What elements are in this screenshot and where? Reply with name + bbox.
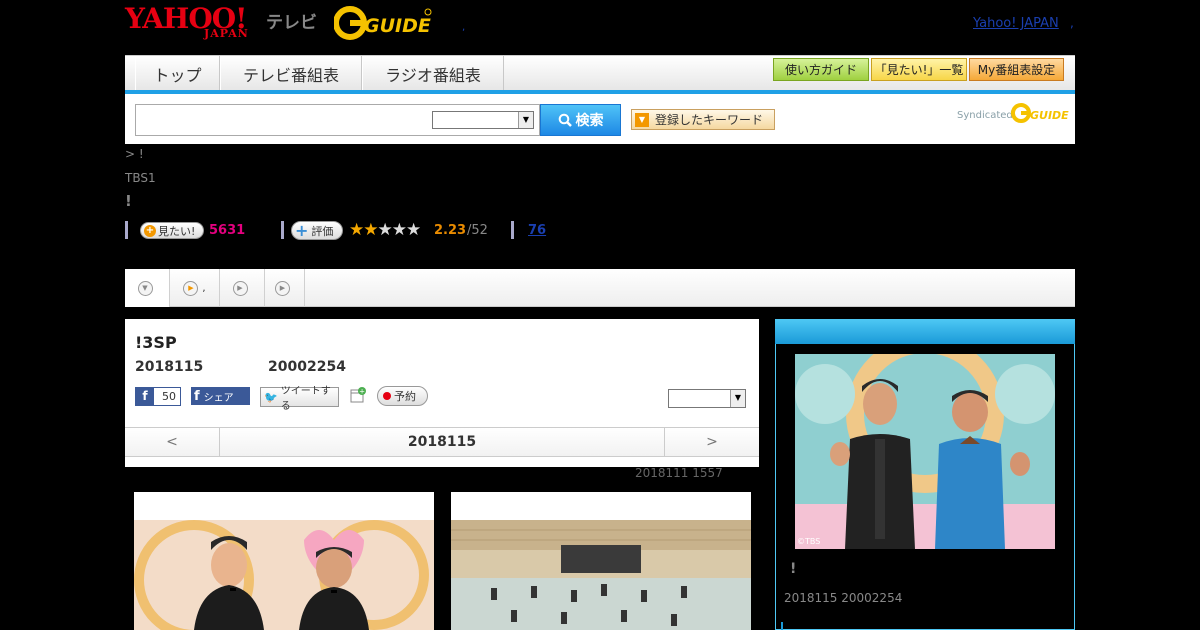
chevron-down-icon: ▼: [518, 112, 533, 128]
search-category-select[interactable]: ▼: [432, 111, 534, 129]
rating-value: 2.23: [434, 223, 467, 238]
sidebar-title: !: [790, 561, 797, 577]
recorder-select[interactable]: ▼: [668, 389, 746, 408]
facebook-icon: f: [136, 388, 154, 405]
search-icon: [558, 113, 572, 127]
photo-card-2[interactable]: [451, 492, 751, 630]
divider: [281, 221, 284, 239]
header-separator: ,: [462, 22, 466, 33]
program-detail-panel: !3SP 2018115 20002254 f 50 f シェア 🐦 ツイートす…: [125, 319, 759, 467]
main-nav: トップ テレビ番組表 ラジオ番組表 使い方ガイド 「見たい!」一覧 My番組表設…: [125, 55, 1075, 91]
facebook-share-label: シェア: [203, 392, 234, 404]
header-link-separator: ,: [1070, 16, 1074, 30]
prev-date-button[interactable]: <: [125, 428, 220, 456]
search-button[interactable]: 検索: [540, 104, 621, 136]
detail-title: !3SP: [135, 333, 177, 352]
gguide-logo[interactable]: GUIDE: [334, 6, 434, 40]
plus-icon: +: [295, 220, 309, 240]
search-button-label: 検索: [575, 113, 604, 129]
star-icon: ★: [363, 220, 378, 240]
reserve-label: 予約: [394, 390, 416, 403]
guide-button[interactable]: 使い方ガイド: [773, 58, 869, 81]
date-pager: < 2018115 >: [125, 427, 759, 457]
rating-count: /52: [467, 223, 488, 238]
detail-date: 2018115: [135, 359, 204, 375]
sidebar-hosts-photo[interactable]: [795, 354, 1055, 549]
twitter-bird-icon: 🐦: [264, 390, 278, 404]
program-tabs: ▼ ▶ , ▶ ▶: [125, 269, 1075, 307]
star-icon: ★: [391, 220, 407, 240]
program-title: !: [125, 192, 132, 210]
yahoo-logo-japan: JAPAN: [204, 27, 249, 40]
channel-name: TBS1: [125, 171, 156, 185]
breadcrumb[interactable]: > !: [125, 147, 144, 161]
play-icon: ▶: [183, 280, 199, 296]
syndicated-gguide-logo: GUIDE: [1011, 103, 1069, 123]
star-icon: ★: [377, 220, 393, 240]
pager-current-date: 2018115: [407, 434, 477, 450]
chevron-down-icon: ▼: [730, 390, 745, 407]
search-area: ▼ 検索 ▼ 登録したキーワード Syndicated GUIDE: [125, 94, 1075, 144]
facebook-like-count: 50: [162, 390, 176, 403]
registered-keywords-label: 登録したキーワード: [655, 113, 764, 127]
tweet-label: ツイートする: [280, 386, 331, 412]
tab-3[interactable]: ▶: [220, 269, 265, 307]
my-schedule-settings-button[interactable]: My番組表設定: [969, 58, 1064, 81]
updated-timestamp: 2018111 1557: [635, 466, 723, 480]
tab-program-info[interactable]: ▼: [125, 269, 170, 307]
play-icon: ▶: [275, 280, 290, 296]
tab-label: ,: [202, 282, 206, 294]
yahoo-japan-link[interactable]: Yahoo! JAPAN: [973, 16, 1059, 31]
want-to-watch-count: 5631: [209, 223, 246, 238]
divider: [125, 221, 128, 239]
review-count-link[interactable]: 76: [528, 223, 546, 238]
svg-text:+: +: [359, 388, 365, 396]
photo-card-1[interactable]: [134, 492, 434, 630]
sidebar-accent-bar: [781, 622, 783, 630]
star-icon: ★: [406, 220, 421, 240]
rating-stars: ★★★★★: [349, 220, 421, 240]
gymnasium-photo: [451, 520, 751, 630]
want-to-watch-label: 見たい!: [158, 224, 196, 238]
svg-text:GUIDE: GUIDE: [1030, 109, 1069, 122]
watchlist-button[interactable]: 「見たい!」一覧: [871, 58, 967, 81]
sidebar-date: 2018115 20002254: [784, 591, 903, 605]
nav-tab-tv-schedule[interactable]: テレビ番組表: [220, 56, 362, 91]
star-icon: ★: [349, 220, 364, 240]
calendar-add-icon[interactable]: +: [350, 387, 366, 403]
plus-icon: +: [144, 224, 156, 237]
reserve-button[interactable]: 予約: [377, 386, 428, 406]
chevron-down-icon: ▼: [635, 112, 649, 127]
rate-label: 評価: [311, 224, 334, 238]
chevron-down-icon: ▼: [137, 280, 153, 296]
tab-4[interactable]: ▶: [265, 269, 305, 307]
detail-time: 20002254: [268, 359, 346, 375]
tv-logo-text[interactable]: テレビ: [266, 8, 317, 33]
play-icon: ▶: [232, 280, 248, 296]
svg-text:GUIDE: GUIDE: [364, 15, 431, 37]
divider: [511, 221, 514, 239]
record-dot-icon: [383, 392, 391, 400]
rate-button[interactable]: + 評価: [291, 221, 343, 240]
facebook-icon: f: [194, 388, 200, 404]
tweet-button[interactable]: 🐦 ツイートする: [260, 386, 339, 412]
tab-2[interactable]: ▶ ,: [170, 269, 220, 307]
nav-tab-top[interactable]: トップ: [135, 56, 220, 91]
studio-hosts-photo: [134, 520, 434, 630]
want-to-watch-button[interactable]: + 見たい!: [140, 222, 204, 239]
facebook-like-button[interactable]: f 50: [135, 387, 181, 406]
sidebar-header: [775, 319, 1075, 344]
registered-keywords-button[interactable]: ▼ 登録したキーワード: [631, 109, 775, 130]
nav-tab-radio-schedule[interactable]: ラジオ番組表: [362, 56, 504, 91]
syndicated-label: Syndicated: [957, 110, 1013, 121]
next-date-button[interactable]: >: [664, 428, 759, 456]
facebook-share-button[interactable]: f シェア: [191, 387, 250, 405]
photo-copyright: ©TBS: [797, 537, 821, 546]
